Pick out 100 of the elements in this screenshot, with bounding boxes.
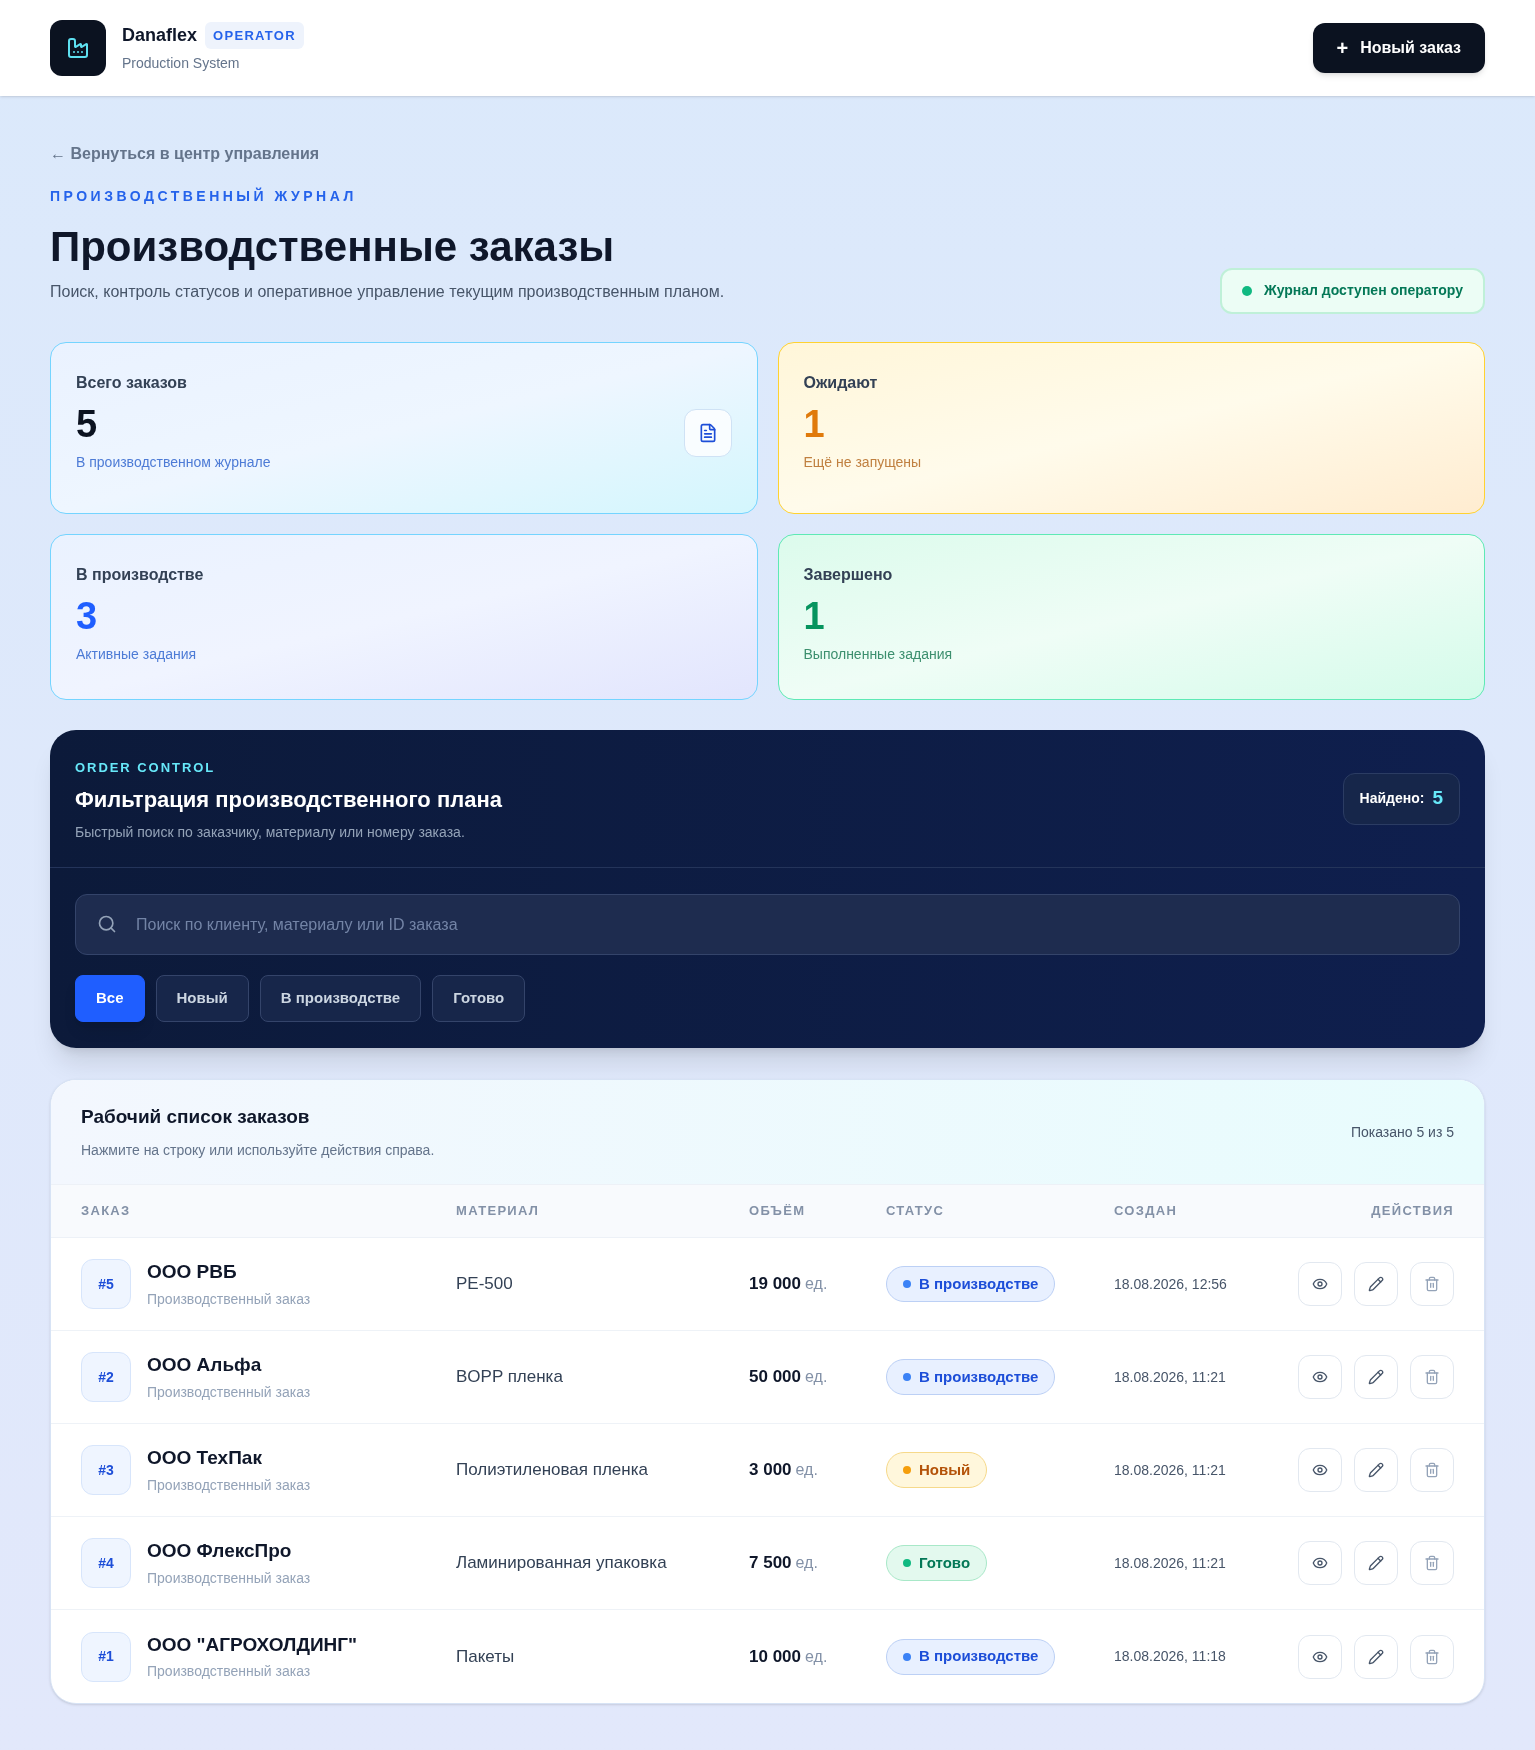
stat-label: Ожидают <box>803 372 879 393</box>
order-type: Производственный заказ <box>147 1289 311 1309</box>
edit-button[interactable] <box>1354 1355 1398 1399</box>
material-cell-text: PE-500 <box>456 1273 514 1296</box>
created-date: 18.08.2026, 11:21 <box>1114 1553 1227 1573</box>
search-field[interactable]: Поиск по клиенту, материалу или ID заказа <box>75 894 1460 955</box>
volume-value: 50 000 <box>749 1366 801 1389</box>
trash-icon <box>1424 1369 1440 1385</box>
volume-value: 10 000 <box>749 1645 801 1668</box>
trash-icon <box>1424 1276 1440 1292</box>
view-button[interactable] <box>1298 1355 1342 1399</box>
pencil-icon <box>1368 1276 1384 1292</box>
customer-name: ООО ФлексПро <box>147 1539 293 1564</box>
order-type: Производственный заказ <box>147 1568 311 1588</box>
column-header: ОБЪЁМ <box>749 1202 807 1221</box>
factory-icon <box>50 20 106 76</box>
role-badge: OPERATOR <box>205 21 304 50</box>
section-eyebrow: ПРОИЗВОДСТВЕННЫЙ ЖУРНАЛ <box>50 186 358 206</box>
status-badge: В производстве <box>886 1266 1056 1302</box>
column-header: СТАТУС <box>886 1202 946 1221</box>
list-subtitle: Нажмите на строку или используйте действия справа. <box>81 1140 435 1160</box>
order-row[interactable]: #5 ООО РВБ Производственный заказ PE-500 19 000 ед. В производстве 18.08.2026, 12:56 <box>51 1238 1484 1331</box>
pencil-icon <box>1368 1462 1384 1478</box>
stat-caption: Ещё не запущены <box>803 453 923 472</box>
volume-value: 7 500 <box>749 1552 792 1575</box>
status-badge: Новый <box>886 1452 988 1488</box>
column-header: ЗАКАЗ <box>81 1202 132 1221</box>
edit-button[interactable] <box>1354 1541 1398 1585</box>
panel-eyebrow: ORDER CONTROL <box>75 758 217 777</box>
access-badge: Журнал доступен оператору <box>1220 267 1485 314</box>
edit-button[interactable] <box>1354 1262 1398 1306</box>
edit-button[interactable] <box>1354 1448 1398 1492</box>
order-type: Производственный заказ <box>147 1662 312 1682</box>
filter-tab[interactable]: Новый <box>155 975 249 1022</box>
created-date: 18.08.2026, 11:18 <box>1114 1647 1227 1666</box>
delete-button[interactable] <box>1410 1262 1454 1306</box>
stat-value: 5 <box>76 401 98 447</box>
pencil-icon <box>1368 1555 1384 1571</box>
material-cell-text: Пакеты <box>456 1645 516 1668</box>
volume-value: 3 000 <box>749 1459 792 1482</box>
eye-icon <box>1312 1555 1328 1571</box>
stat-label: В производстве <box>76 564 205 585</box>
status-badge: В производстве <box>886 1638 1056 1675</box>
delete-button[interactable] <box>1410 1541 1454 1585</box>
delete-button[interactable] <box>1410 1634 1454 1679</box>
column-header: МАТЕРИАЛ <box>456 1202 541 1221</box>
delete-button[interactable] <box>1410 1355 1454 1399</box>
column-header: ДЕЙСТВИЯ <box>1371 1202 1454 1221</box>
back-link[interactable]: ← Вернуться в центр управления <box>50 145 320 162</box>
order-row[interactable]: #3 ООО ТехПак Производственный заказ Полиэтиленовая пленка 3 000 ед. Новый 18.08.2026, 11:21 <box>51 1424 1484 1517</box>
customer-name: ООО РВБ <box>147 1260 238 1285</box>
filter-tab[interactable]: В производстве <box>259 975 422 1022</box>
panel-subtitle: Быстрый поиск по заказчику, материалу или номеру заказа. <box>75 823 466 842</box>
order-row[interactable]: #2 ООО Альфа Производственный заказ BOPP пленка 50 000 ед. В производстве 18.08.2026, 11:21 <box>51 1331 1484 1424</box>
stat-caption: Выполненные задания <box>803 645 954 664</box>
edit-button[interactable] <box>1354 1634 1398 1679</box>
order-type: Производственный заказ <box>147 1382 311 1402</box>
order-row[interactable]: #1 ООО "АГРОХОЛДИНГ" Производственный заказ Пакеты 10 000 ед. В производстве 18.08.2026, 11:18 <box>51 1610 1484 1703</box>
status-badge: В производстве <box>886 1359 1056 1395</box>
volume-unit: ед. <box>795 1553 818 1574</box>
panel-title: Фильтрация производственного плана <box>75 786 502 814</box>
customer-name: ООО ТехПак <box>147 1446 263 1471</box>
created-date: 18.08.2026, 11:21 <box>1114 1367 1227 1387</box>
stat-caption: Активные задания <box>76 645 198 664</box>
delete-button[interactable] <box>1410 1448 1454 1492</box>
customer-name: ООО "АГРОХОЛДИНГ" <box>147 1632 358 1657</box>
volume-value: 19 000 <box>749 1273 801 1296</box>
order-id: #3 <box>81 1445 131 1495</box>
material-cell-text: BOPP пленка <box>456 1366 564 1389</box>
order-id: #5 <box>81 1259 131 1309</box>
document-icon <box>683 408 732 457</box>
pencil-icon <box>1368 1369 1384 1385</box>
view-button[interactable] <box>1298 1634 1342 1679</box>
order-id: #2 <box>81 1352 131 1402</box>
eye-icon <box>1312 1369 1328 1385</box>
stat-value: 1 <box>803 401 825 447</box>
order-id: #4 <box>81 1538 131 1588</box>
new-order-button[interactable]: + Новый заказ <box>1312 23 1485 73</box>
material-cell-text: Полиэтиленовая пленка <box>456 1459 649 1482</box>
brand-name: Danaflex <box>122 24 198 47</box>
stat-value: 1 <box>803 593 825 639</box>
found-counter: Найдено: 5 <box>1342 772 1460 825</box>
search-icon <box>97 914 117 934</box>
view-button[interactable] <box>1298 1448 1342 1492</box>
view-button[interactable] <box>1298 1541 1342 1585</box>
page-title: Производственные заказы <box>50 222 616 272</box>
volume-unit: ед. <box>805 1646 828 1667</box>
created-date: 18.08.2026, 11:21 <box>1114 1460 1227 1480</box>
trash-icon <box>1424 1555 1440 1571</box>
list-title: Рабочий список заказов <box>81 1105 311 1130</box>
stat-label: Всего заказов <box>76 372 188 393</box>
eye-icon <box>1312 1462 1328 1478</box>
order-id: #1 <box>81 1631 131 1682</box>
eye-icon <box>1312 1276 1328 1292</box>
order-row[interactable]: #4 ООО ФлексПро Производственный заказ Ламинированная упаковка 7 500 ед. Готово 18.08.2026, 11:21 <box>51 1517 1484 1610</box>
view-button[interactable] <box>1298 1262 1342 1306</box>
filter-tab[interactable]: Все <box>75 975 145 1022</box>
trash-icon <box>1424 1648 1440 1665</box>
stat-caption: В производственном журнале <box>76 453 272 472</box>
filter-tab[interactable]: Готово <box>432 975 526 1022</box>
